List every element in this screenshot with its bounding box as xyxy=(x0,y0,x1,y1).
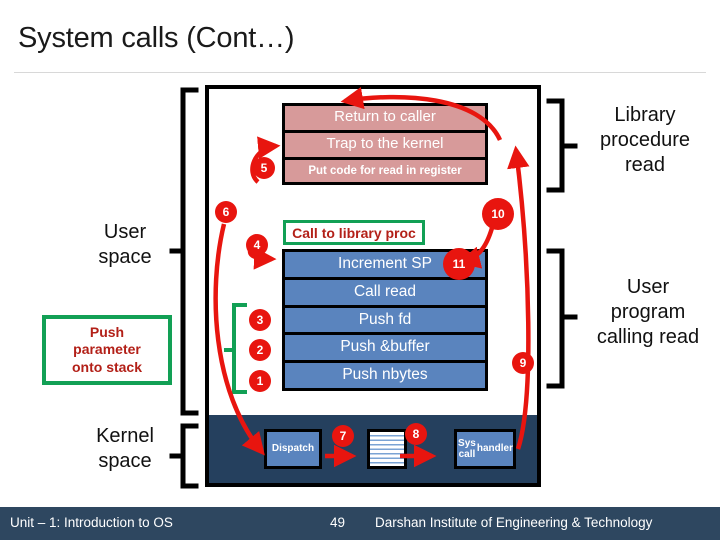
stack-row-call-read: Call read xyxy=(285,279,485,308)
step-badge-1: 1 xyxy=(249,370,271,392)
label-user-program-calling-read: User program calling read xyxy=(580,275,716,350)
slide-footer: Unit – 1: Introduction to OS 49 Darshan … xyxy=(0,507,720,540)
push-parameter-line1: Push xyxy=(89,323,125,340)
label-library-line1: Library xyxy=(614,104,676,126)
label-userprog-line2: program xyxy=(610,301,686,323)
step-badge-6: 6 xyxy=(215,201,237,223)
title-divider xyxy=(14,72,706,73)
label-user-space: User space xyxy=(75,220,175,270)
label-kernel-space-line1: Kernel xyxy=(96,425,154,447)
push-parameter-line3: onto stack xyxy=(71,358,142,375)
step-badge-5: 5 xyxy=(253,157,275,179)
step-badge-8: 8 xyxy=(405,423,427,445)
stack-row-push-nbytes: Push nbytes xyxy=(285,363,485,389)
library-procedure-box-group: Return to caller Trap to the kernel Put … xyxy=(282,103,488,186)
push-parameter-line2: parameter xyxy=(73,341,141,358)
step-badge-9: 9 xyxy=(512,352,534,374)
library-row-return-to-caller: Return to caller xyxy=(285,106,485,133)
sys-call-handler-line1: Sys call xyxy=(458,437,476,461)
label-library-line3: read xyxy=(624,154,666,176)
footer-unit-text: Unit – 1: Introduction to OS xyxy=(10,515,173,530)
brace-kernel-space xyxy=(169,423,199,489)
step-badge-4: 4 xyxy=(246,234,268,256)
footer-institute-name: Darshan Institute of Engineering & Techn… xyxy=(375,515,653,530)
stack-row-push-fd: Push fd xyxy=(285,307,485,336)
label-kernel-space: Kernel space xyxy=(75,424,175,474)
stack-row-push-buffer: Push &buffer xyxy=(285,335,485,364)
call-to-library-proc-box: Call to library proc xyxy=(283,220,425,245)
label-kernel-space-line2: space xyxy=(98,450,152,472)
sys-call-table-icon xyxy=(367,429,407,469)
system-call-diagram-panel: Return to caller Trap to the kernel Put … xyxy=(205,85,541,487)
page-title: System calls (Cont…) xyxy=(18,22,295,54)
step-badge-10: 10 xyxy=(482,198,514,230)
footer-page-number: 49 xyxy=(330,515,346,530)
library-row-put-code-in-register: Put code for read in register xyxy=(285,159,485,183)
label-userprog-line1: User xyxy=(626,276,670,298)
kernel-space-band: Dispatch Sys call handler xyxy=(209,415,537,483)
brace-user-space xyxy=(169,87,199,416)
label-library-procedure-read: Library procedure read xyxy=(580,103,710,178)
sys-call-handler-line2: handler xyxy=(476,443,513,455)
step-badge-11: 11 xyxy=(443,248,475,280)
step-badge-7: 7 xyxy=(332,425,354,447)
brace-user-program xyxy=(546,248,578,389)
step-badge-2: 2 xyxy=(249,339,271,361)
label-library-line2: procedure xyxy=(599,129,691,151)
brace-library-procedure xyxy=(546,98,578,193)
push-parameter-onto-stack-box: Push parameter onto stack xyxy=(42,315,172,385)
label-user-space-line1: User xyxy=(103,221,147,243)
label-userprog-line3: calling read xyxy=(596,326,700,348)
library-row-trap-to-kernel: Trap to the kernel xyxy=(285,132,485,160)
label-user-space-line2: space xyxy=(98,246,152,268)
slide-canvas: System calls (Cont…) Return to caller Tr… xyxy=(0,0,720,540)
sys-call-handler-box: Sys call handler xyxy=(454,429,516,469)
kernel-dispatch-box: Dispatch xyxy=(264,429,322,469)
step-badge-3: 3 xyxy=(249,309,271,331)
